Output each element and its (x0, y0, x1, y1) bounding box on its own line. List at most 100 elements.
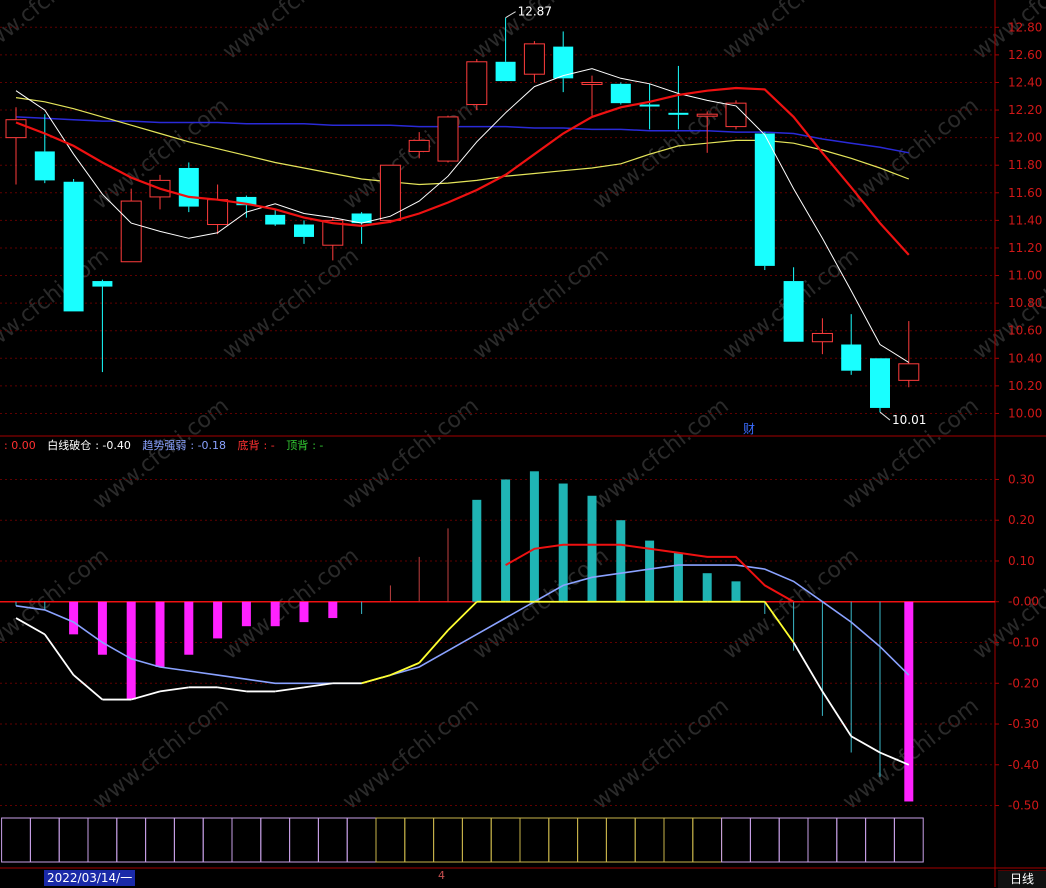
period-selector[interactable]: 日线 (998, 870, 1046, 888)
indicator-bar (241, 601, 251, 627)
period-strip-cell (289, 817, 319, 863)
white-line-segment (44, 633, 75, 676)
watermark-text: www.cfchi.com (218, 243, 363, 364)
price-tick-label: 11.20 (1008, 241, 1042, 255)
period-strip-cell (778, 817, 809, 863)
tab-marker: 4 (438, 869, 445, 882)
candle-body-down (63, 181, 84, 312)
watermark-text: www.cfchi.com (0, 543, 114, 664)
price-tick-label: 12.60 (1008, 48, 1042, 62)
period-strip-cell (433, 817, 463, 863)
indicator-bar (472, 499, 482, 602)
watermark-text: www.cfchi.com (838, 393, 983, 514)
candle-body-up (120, 200, 142, 263)
candle-body-down (495, 61, 516, 82)
price-tick-label: 10.60 (1008, 324, 1042, 338)
price-tick-label: 10.00 (1008, 406, 1042, 420)
candle-body-up (437, 116, 459, 162)
candle-body-up (898, 363, 920, 381)
candle-body-up (5, 119, 27, 139)
candle-body-up (207, 199, 229, 226)
watermark-text: www.cfchi.com (338, 393, 483, 514)
indicator-bar (184, 601, 194, 655)
legend-item-1: 白线破仓: -0.40 (47, 439, 131, 452)
period-strip-cell (577, 817, 607, 863)
indicator-tick-label: -0.30 (1008, 717, 1039, 731)
stock-chart-window: { "chart_data": [ { "type": "candlestick… (0, 0, 1046, 888)
price-tick-label: 10.40 (1008, 351, 1042, 365)
candle-body-down (783, 281, 804, 342)
indicator-bar (270, 601, 280, 627)
white-line-segment (217, 686, 247, 693)
period-strip-cell (663, 817, 694, 863)
price-tick-label: 11.40 (1008, 213, 1042, 227)
indicator-bar (328, 601, 338, 619)
candle-body-down (610, 83, 631, 104)
candle-body-up (408, 139, 430, 152)
indicator-bar (155, 601, 165, 667)
period-strip-cell (87, 817, 118, 863)
watermark-text: www.cfchi.com (588, 693, 733, 814)
watermark-text: www.cfchi.com (838, 93, 983, 214)
period-strip-cell (58, 817, 89, 863)
candle-body-up (811, 332, 833, 343)
watermark-text: www.cfchi.com (338, 693, 483, 814)
candle-body-up (523, 43, 545, 75)
white-line-segment (73, 674, 103, 701)
indicator-bar (673, 552, 683, 602)
indicator-tick-label: -0.40 (1008, 758, 1039, 772)
indicator-bar (501, 479, 511, 602)
indicator-bar (587, 495, 597, 602)
white-line-segment (850, 735, 881, 754)
price-tick-label: 12.40 (1008, 75, 1042, 89)
indicator-bar (731, 581, 741, 602)
price-tick-label: 11.60 (1008, 186, 1042, 200)
cursor-date-label: 2022/03/14/一 (44, 870, 136, 886)
legend-item-4: 顶背: - (286, 439, 324, 452)
period-strip-cell (375, 817, 406, 863)
finance-marker: 财 (743, 422, 755, 436)
candle-body-down (639, 104, 660, 107)
candle-body-up (725, 102, 747, 128)
white-line-segment (361, 674, 391, 685)
legend-item-3: 底背: - (237, 439, 275, 452)
candle-body-down (841, 344, 862, 371)
price-tick-label: 11.00 (1008, 269, 1042, 283)
price-tick-label: 11.80 (1008, 158, 1042, 172)
period-strip-cell (807, 817, 838, 863)
indicator-tick-label: -0.00 (1008, 595, 1039, 609)
period-strip-cell (865, 817, 895, 863)
white-line-segment (159, 686, 189, 693)
indicator-legend: : 0.00 白线破仓: -0.40 趋势强弱: -0.18 底背: - 顶背:… (0, 437, 331, 453)
period-strip-cell (490, 817, 521, 863)
white-line-segment (447, 601, 478, 631)
indicator-bar (69, 601, 79, 635)
indicator-tick-label: -0.20 (1008, 676, 1039, 690)
period-strip-cell (749, 817, 780, 863)
period-strip-cell (519, 817, 550, 863)
period-strip-cell (893, 817, 924, 863)
indicator-tick-label: 0.30 (1008, 472, 1035, 486)
annotation-label: 10.01 (892, 413, 926, 427)
candle-body-down (34, 151, 55, 181)
period-strip-cell (548, 817, 579, 863)
indicator-tick-label: 0.20 (1008, 513, 1035, 527)
indicator-bar (213, 601, 223, 639)
period-strip-cell (346, 817, 377, 863)
indicator-tick-label: -0.50 (1008, 799, 1039, 813)
indicator-tick-label: -0.10 (1008, 636, 1039, 650)
white-line-segment (792, 642, 824, 692)
candle-body-down (92, 281, 113, 287)
watermark-text: www.cfchi.com (0, 243, 114, 364)
period-strip-cell (836, 817, 867, 863)
watermark-text: www.cfchi.com (218, 543, 363, 664)
candle-body-down (668, 112, 689, 115)
period-strip-cell (116, 817, 147, 863)
white-line-segment (821, 690, 852, 737)
indicator-bar (97, 601, 107, 655)
white-line-segment (275, 686, 305, 693)
period-strip-cell (634, 817, 665, 863)
indicator-bar (126, 601, 136, 700)
period-strip-cell (404, 817, 435, 863)
indicator-bar (904, 601, 914, 802)
